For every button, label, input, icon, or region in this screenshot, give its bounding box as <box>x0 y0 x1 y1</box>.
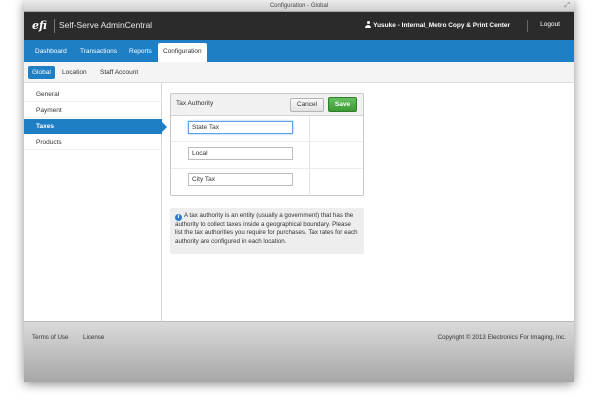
app-name: Self-Serve AdminCentral <box>59 20 153 30</box>
tab-configuration[interactable]: Configuration <box>158 43 207 62</box>
sidebar-item-products[interactable]: Products <box>24 135 162 150</box>
subnav-location[interactable]: Location <box>58 66 91 79</box>
tab-reports[interactable]: Reports <box>124 45 157 62</box>
tax-authority-panel: Tax Authority Cancel Save <box>170 93 364 196</box>
user-icon <box>365 21 372 28</box>
content-area: General Payment Taxes Products Tax Autho… <box>24 83 574 321</box>
panel-title: Tax Authority <box>176 100 214 107</box>
terms-of-use-link[interactable]: Terms of Use <box>32 334 68 341</box>
save-button[interactable]: Save <box>328 97 357 112</box>
tax-authority-input-1[interactable] <box>188 121 293 134</box>
sidebar-item-taxes[interactable]: Taxes <box>24 119 167 134</box>
user-name: Yusuke - Internal_Metro Copy & Print Cen… <box>373 22 510 29</box>
window-title: Configuration - Global <box>269 3 329 9</box>
footer: Terms of Use License Copyright © 2013 El… <box>24 321 574 382</box>
app-window: Configuration - Global ⤢ efi Self-Serve … <box>24 0 574 382</box>
cancel-button[interactable]: Cancel <box>290 98 324 112</box>
panel-header: Tax Authority Cancel Save <box>171 94 363 116</box>
efi-logo: efi <box>32 19 47 32</box>
app-header: efi Self-Serve AdminCentral Yusuke - Int… <box>24 12 574 40</box>
header-divider-right <box>527 20 528 32</box>
info-text: A tax authority is an entity (usually a … <box>175 212 358 245</box>
sidebar-item-general[interactable]: General <box>24 87 162 102</box>
logout-link[interactable]: Logout <box>540 21 560 28</box>
tax-authority-input-3[interactable] <box>188 173 293 186</box>
row-divider <box>171 168 363 169</box>
header-divider <box>54 19 55 33</box>
info-box: iA tax authority is an entity (usually a… <box>170 208 364 254</box>
copyright-text: Copyright © 2013 Electronics For Imaging… <box>437 334 566 341</box>
tax-authority-input-2[interactable] <box>188 147 293 160</box>
resize-icon[interactable]: ⤢ <box>564 0 570 12</box>
info-icon: i <box>175 214 182 221</box>
sidebar-item-payment[interactable]: Payment <box>24 103 162 118</box>
column-divider <box>309 116 310 196</box>
tab-transactions[interactable]: Transactions <box>75 45 122 62</box>
tab-dashboard[interactable]: Dashboard <box>30 45 72 62</box>
sub-nav: Global Location Staff Account <box>24 62 574 83</box>
user-menu[interactable]: Yusuke - Internal_Metro Copy & Print Cen… <box>365 21 510 29</box>
window-titlebar[interactable]: Configuration - Global ⤢ <box>24 0 574 12</box>
main-nav: Dashboard Transactions Reports Configura… <box>24 40 574 62</box>
subnav-global[interactable]: Global <box>28 66 55 79</box>
sidebar: General Payment Taxes Products <box>24 83 167 321</box>
row-divider <box>171 141 363 142</box>
license-link[interactable]: License <box>83 334 104 341</box>
subnav-staff-account[interactable]: Staff Account <box>96 66 142 79</box>
